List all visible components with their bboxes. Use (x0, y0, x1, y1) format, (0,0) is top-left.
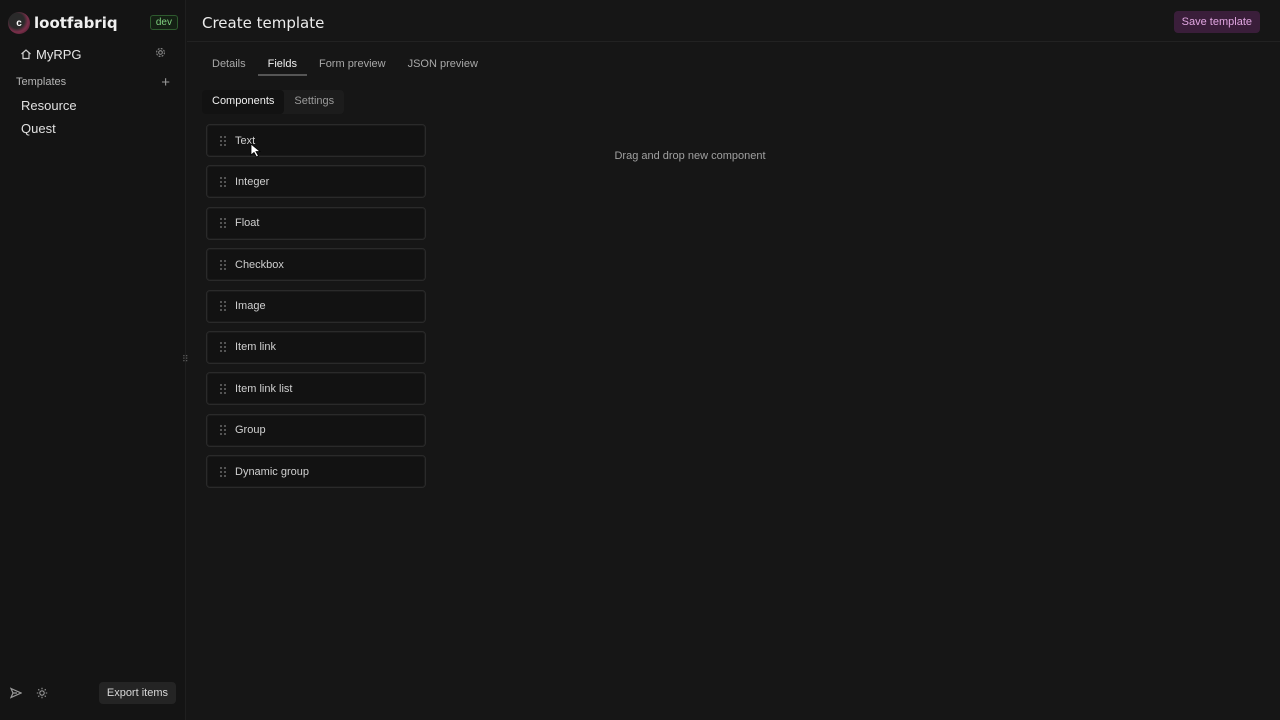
component-label: Integer (235, 175, 270, 188)
export-items-button[interactable]: Export items (98, 682, 176, 704)
component-item-item-link[interactable]: Item link (206, 330, 426, 364)
project-item[interactable]: MyRPG (20, 44, 170, 64)
drag-handle-icon[interactable] (219, 135, 227, 147)
component-list: Text Integer Float Checkbox Image Item l… (206, 124, 426, 497)
tab-bar: Details Fields Form preview JSON preview (202, 54, 490, 76)
drag-handle-icon[interactable] (219, 383, 227, 395)
env-badge: dev (149, 15, 178, 30)
drag-handle-icon[interactable] (219, 259, 227, 271)
drag-handle-icon[interactable] (219, 176, 227, 188)
sidebar: c lootfabriq dev MyRPG Templates + Resou… (0, 0, 186, 720)
component-item-checkbox[interactable]: Checkbox (206, 248, 426, 282)
theme-icon[interactable] (36, 687, 48, 699)
component-item-item-link-list[interactable]: Item link list (206, 372, 426, 406)
header: Create template Save template (187, 0, 1280, 42)
templates-section-header: Templates + (16, 74, 170, 90)
component-label: Image (235, 300, 266, 313)
component-item-integer[interactable]: Integer (206, 165, 426, 199)
subtab-bar: Components Settings (202, 90, 345, 114)
project-name: MyRPG (36, 46, 82, 62)
sidebar-footer: Export items (10, 682, 176, 704)
logo-icon: c (8, 12, 30, 34)
brand[interactable]: c lootfabriq dev (8, 10, 180, 36)
component-item-dynamic-group[interactable]: Dynamic group (206, 455, 426, 489)
page-title: Create template (202, 14, 325, 32)
tab-json-preview[interactable]: JSON preview (398, 54, 488, 76)
mouse-cursor-icon (250, 143, 262, 158)
brand-name: lootfabriq (34, 14, 118, 32)
tab-fields[interactable]: Fields (257, 54, 307, 76)
drag-handle-icon[interactable] (219, 466, 227, 478)
drag-handle-icon[interactable] (219, 217, 227, 229)
component-label: Item link (235, 341, 276, 354)
tab-form-preview[interactable]: Form preview (309, 54, 396, 76)
resize-handle[interactable]: ⠿ (182, 354, 189, 365)
subtab-components[interactable]: Components (202, 90, 285, 114)
component-item-group[interactable]: Group (206, 413, 426, 447)
component-label: Dynamic group (235, 465, 309, 478)
sidebar-item-quest[interactable]: Quest (21, 121, 56, 136)
component-item-text[interactable]: Text (206, 124, 426, 157)
component-dropzone[interactable]: Drag and drop new component (440, 150, 940, 162)
component-label: Item link list (235, 382, 293, 395)
component-label: Group (235, 424, 266, 437)
home-icon (21, 49, 31, 60)
component-label: Float (235, 217, 260, 230)
drag-handle-icon[interactable] (219, 300, 227, 312)
drag-handle-icon[interactable] (219, 341, 227, 353)
subtab-settings[interactable]: Settings (284, 90, 344, 114)
drag-handle-icon[interactable] (219, 424, 227, 436)
send-icon[interactable] (10, 687, 22, 699)
save-template-button[interactable]: Save template (1173, 11, 1260, 33)
tab-details[interactable]: Details (202, 54, 256, 76)
component-label: Checkbox (235, 258, 284, 271)
component-item-image[interactable]: Image (206, 289, 426, 323)
component-item-float[interactable]: Float (206, 206, 426, 240)
templates-section-title: Templates (16, 76, 67, 88)
add-template-icon[interactable]: + (161, 75, 170, 90)
gear-icon[interactable] (155, 47, 166, 58)
sidebar-item-resource[interactable]: Resource (21, 98, 77, 113)
